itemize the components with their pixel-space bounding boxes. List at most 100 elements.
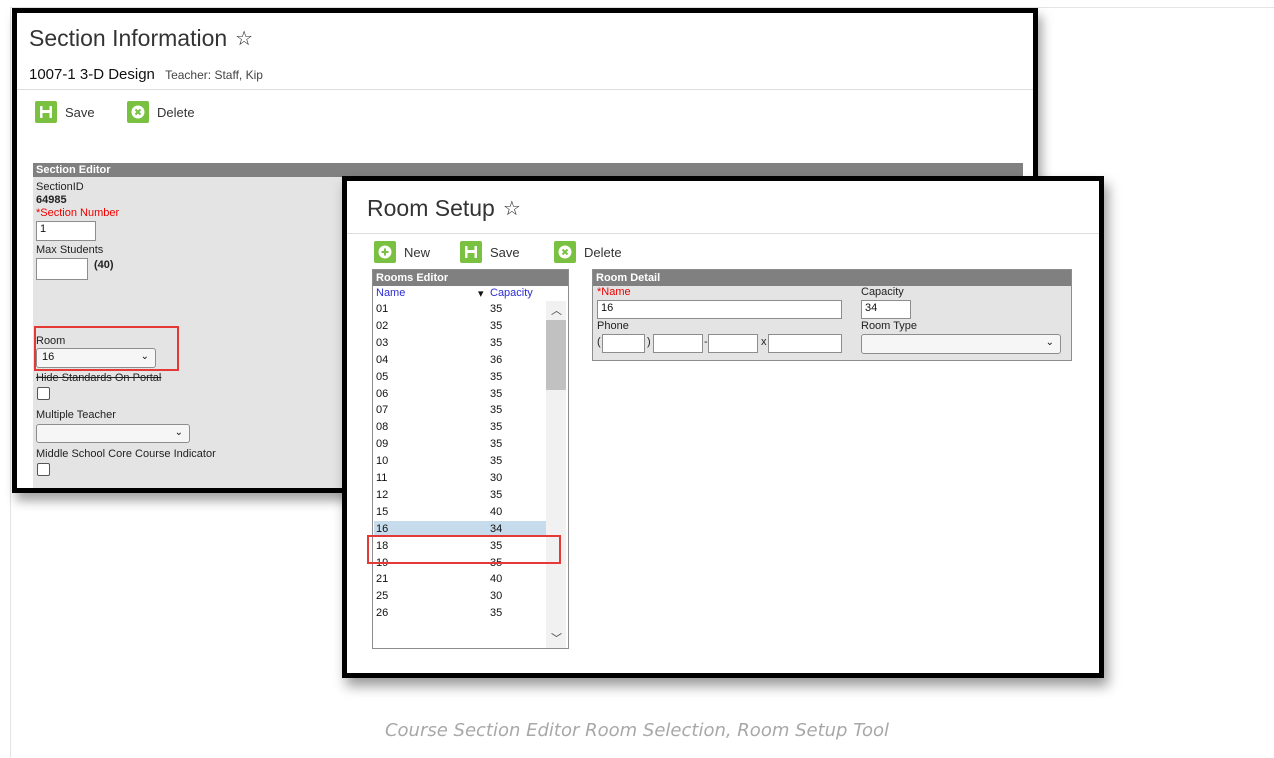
room-list-row[interactable]: 02 35 [374,318,547,334]
room-capacity-cell: 30 [490,590,503,603]
middle-school-checkbox[interactable] [37,463,50,476]
room-list-row[interactable]: 09 35 [374,436,547,452]
multiple-teacher-label: Multiple Teacher [36,409,116,421]
delete-button[interactable]: Delete [127,101,195,123]
room-name-cell: 25 [376,590,389,603]
room-list-row[interactable]: 11 30 [374,470,547,486]
section-number-label: *Section Number [36,207,120,219]
room-name-cell: 16 [376,522,389,535]
scroll-down-icon[interactable]: ﹀ [551,630,562,646]
room-list-row[interactable]: 05 35 [374,369,547,385]
section-number-input[interactable]: 1 [36,221,96,241]
delete-label: Delete [157,104,195,120]
room-capacity-cell: 30 [490,472,503,484]
max-students-label: Max Students [36,244,104,256]
room-name-label: *Name [597,286,631,298]
room-name-cell: 05 [376,370,389,383]
selected-room-highlight-box [367,535,561,564]
room-list-row[interactable]: 08 35 [374,419,547,435]
new-label: New [404,244,431,260]
section-id-label: SectionID [36,181,84,193]
save-label: Save [65,104,95,120]
room-capacity-cell: 35 [490,488,503,501]
room-name-cell: 21 [376,573,389,586]
room-name-input[interactable]: 16 [597,300,842,319]
phone-line-input[interactable] [708,334,758,353]
save-icon [35,101,57,123]
delete-button[interactable]: Delete [554,241,622,263]
section-editor-header: Section Editor [33,163,1023,177]
new-button[interactable]: New [374,241,430,263]
room-capacity-cell: 35 [490,303,503,315]
room-name-cell: 03 [376,336,389,349]
room-capacity-cell: 35 [490,387,503,400]
room-list-row[interactable]: 15 40 [374,504,547,520]
room-name-cell: 09 [376,438,389,451]
phone-area-code-input[interactable] [602,334,645,353]
hide-standards-label: Hide Standards On Portal [36,372,162,384]
room-type-select[interactable]: ⌄ [861,334,1061,354]
room-detail-panel: Room Detail *Name 16 Capacity 34 Phone (… [592,269,1072,361]
phone-open-paren: ( [597,336,601,348]
page-title: Section Information ☆ [29,25,253,52]
room-name-cell: 06 [376,387,389,400]
column-header-name[interactable]: Name [376,287,405,301]
save-label: Save [490,244,520,260]
room-list-row[interactable]: 03 35 [374,335,547,351]
room-capacity-cell: 35 [490,370,503,383]
room-name-cell: 15 [376,505,389,518]
multiple-teacher-select[interactable]: ⌄ [36,424,190,443]
column-header-capacity[interactable]: Capacity [490,287,533,301]
room-capacity-cell: 35 [490,607,503,620]
room-capacity-cell: 35 [490,421,503,434]
save-button[interactable]: Save [35,101,95,123]
room-capacity-cell: 35 [490,438,503,451]
room-name-cell: 02 [376,319,389,332]
phone-extension-input[interactable] [768,334,842,353]
save-icon [460,241,482,263]
room-name-cell: 10 [376,455,389,468]
room-list-row[interactable]: 25 30 [374,588,547,604]
phone-ext-separator: x [761,336,767,348]
rooms-editor-header: Rooms Editor [373,270,568,286]
favorite-star-icon[interactable]: ☆ [503,199,521,219]
max-students-hint: (40) [94,259,114,271]
course-name: 1007-1 3-D Design [29,66,155,83]
room-list-row[interactable]: 10 35 [374,453,547,469]
room-capacity-cell: 35 [490,455,503,468]
room-list-row[interactable]: 07 35 [374,402,547,418]
room-list-row[interactable]: 04 36 [374,352,547,368]
phone-close-paren: ) [647,336,651,348]
room-capacity-cell: 34 [490,522,503,535]
max-students-input[interactable] [36,258,88,280]
delete-icon [127,101,149,123]
room-capacity-cell: 35 [490,319,503,332]
rooms-editor-panel: Rooms Editor Name ▾ Capacity 01 35 02 35 03 3… [372,269,569,649]
room-list-row[interactable]: 26 35 [374,605,547,621]
add-icon [374,241,396,263]
scrollbar-thumb[interactable] [546,320,566,390]
room-title-divider [347,233,1099,234]
room-list-row[interactable]: 12 35 [374,487,547,503]
chevron-down-icon: ⌄ [174,427,183,438]
title-divider [17,89,1033,90]
chevron-down-icon: ⌄ [1045,337,1054,348]
room-capacity-cell: 36 [490,353,503,366]
room-list-row[interactable]: 06 35 [374,386,547,402]
scroll-up-icon[interactable]: ︿ [551,302,562,318]
room-list-row[interactable]: 21 40 [374,571,547,587]
room-name-cell: 11 [376,472,388,484]
capacity-input[interactable]: 34 [861,300,911,319]
favorite-star-icon[interactable]: ☆ [235,29,253,49]
room-setup-window: Room Setup ☆ New Save Delete Rooms Edito… [342,176,1104,678]
page-border-left [10,7,11,758]
phone-label: Phone [597,320,629,332]
save-button[interactable]: Save [460,241,520,263]
phone-prefix-input[interactable] [653,334,703,353]
room-highlight-box [34,326,179,371]
room-list-row[interactable]: 01 35 [374,301,547,317]
room-name-cell: 07 [376,404,389,417]
room-type-label: Room Type [861,320,918,332]
capacity-label: Capacity [861,286,904,298]
hide-standards-checkbox[interactable] [37,387,50,400]
